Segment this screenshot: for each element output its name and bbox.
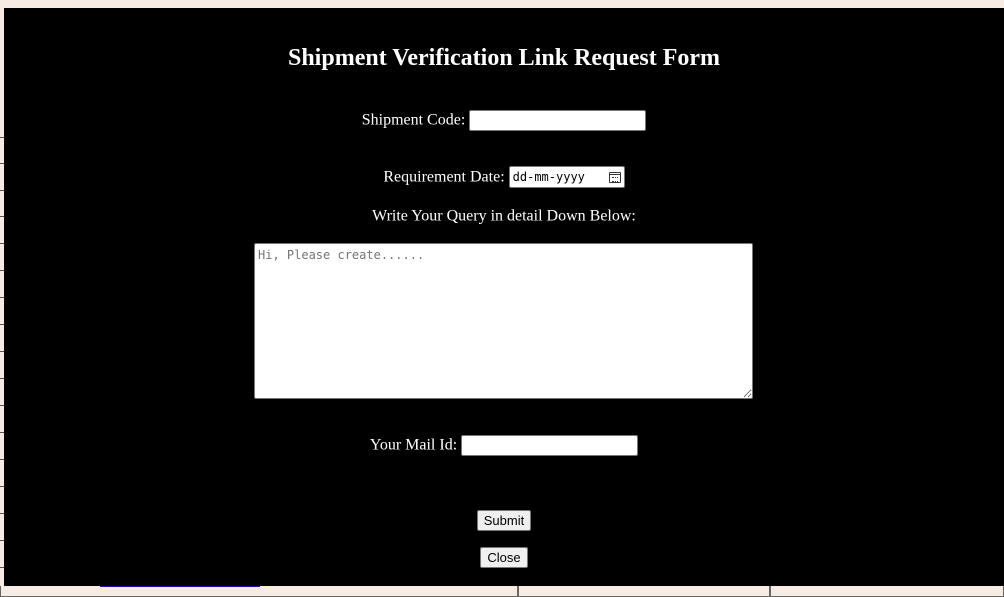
close-row: Close — [4, 547, 1004, 569]
query-label-row: Write Your Query in detail Down Below: — [4, 205, 1004, 227]
query-textarea[interactable] — [254, 243, 753, 399]
requirement-date-row: Requirement Date: dd-mm-yyyy — [4, 166, 1004, 189]
requirement-date-label: Requirement Date: — [383, 168, 505, 186]
page: Shipment Verification Link Request Form … — [0, 0, 1004, 597]
mail-id-row: Your Mail Id: — [4, 434, 1004, 456]
table-cell — [770, 586, 1004, 597]
submit-row: Submit — [4, 510, 1004, 532]
shipment-code-row: Shipment Code: — [4, 109, 1004, 131]
query-label: Write Your Query in detail Down Below: — [372, 207, 636, 225]
table-cell — [0, 586, 518, 597]
date-placeholder: dd-mm-yyyy — [512, 170, 585, 185]
shipment-code-input[interactable] — [469, 109, 647, 131]
shipment-request-modal: Shipment Verification Link Request Form … — [4, 8, 1004, 586]
mail-id-label: Your Mail Id: — [369, 436, 458, 454]
submit-button[interactable]: Submit — [476, 510, 532, 531]
calendar-icon[interactable] — [608, 171, 621, 183]
shipment-code-label: Shipment Code: — [361, 111, 466, 129]
close-button[interactable]: Close — [480, 547, 528, 568]
table-cell — [518, 586, 770, 597]
requirement-date-input[interactable]: dd-mm-yyyy — [508, 166, 625, 189]
form-title: Shipment Verification Link Request Form — [287, 45, 721, 71]
mail-id-input[interactable] — [461, 434, 639, 456]
